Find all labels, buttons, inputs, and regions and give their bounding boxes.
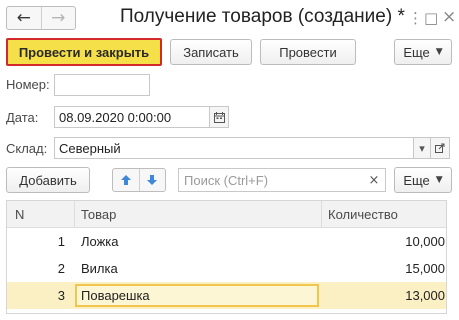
warehouse-field[interactable]: Северный (54, 137, 414, 159)
quantity-cell[interactable]: 15,000 (327, 255, 445, 282)
product-cell-editing[interactable]: Поварешка (75, 284, 319, 307)
goods-table: N Товар Количество 1 Ложка 10,000 2 Вилк… (6, 200, 447, 314)
quantity-cell[interactable]: 13,000 (327, 282, 445, 309)
table-row[interactable]: 2 Вилка 15,000 (7, 255, 446, 282)
forward-arrow-icon[interactable]: → (42, 7, 76, 29)
table-header: N Товар Количество (7, 201, 446, 228)
date-field[interactable]: 08.09.2020 0:00:00 (54, 106, 210, 128)
row-number: 3 (57, 288, 65, 303)
more-actions-icon[interactable]: ⋮ (408, 9, 423, 27)
column-separator (321, 201, 322, 228)
product-cell[interactable]: Вилка (81, 255, 118, 282)
chevron-down-icon: ▼ (435, 47, 443, 57)
product-cell[interactable]: Ложка (81, 228, 119, 255)
row-number: 2 (57, 261, 65, 276)
table-row-selected[interactable]: 3 Поварешка 13,000 (7, 282, 446, 309)
more-label: Еще (403, 44, 430, 60)
calendar-icon[interactable] (209, 106, 229, 128)
warehouse-label: Склад: (6, 141, 48, 156)
maximize-icon[interactable]: □ (424, 9, 438, 27)
save-button[interactable]: Записать (170, 39, 252, 65)
column-header-quantity[interactable]: Количество (328, 201, 398, 228)
page-title: Получение товаров (создание) * (120, 6, 405, 27)
post-button[interactable]: Провести (260, 39, 356, 65)
table-more-label: Еще (403, 172, 430, 188)
move-buttons (112, 168, 166, 192)
date-label: Дата: (6, 110, 39, 125)
back-arrow-icon[interactable]: ← (7, 7, 42, 29)
number-label: Номер: (6, 77, 50, 92)
quantity-cell[interactable]: 10,000 (327, 228, 445, 255)
column-separator (74, 201, 75, 228)
navigation-buttons: ← → (6, 6, 76, 30)
add-button[interactable]: Добавить (6, 167, 90, 193)
move-up-icon[interactable] (113, 169, 140, 191)
table-row[interactable]: 1 Ложка 10,000 (7, 228, 446, 255)
close-icon[interactable]: × (442, 7, 456, 27)
column-header-product[interactable]: Товар (81, 201, 116, 228)
move-down-icon[interactable] (140, 169, 166, 191)
open-link-icon[interactable] (430, 137, 450, 159)
clear-icon[interactable]: × (363, 169, 385, 191)
column-header-n[interactable]: N (15, 201, 24, 228)
search-box: × (178, 168, 386, 192)
more-dropdown-button[interactable]: Еще ▼ (394, 39, 452, 65)
number-field[interactable] (54, 74, 150, 96)
chevron-down-icon: ▼ (435, 175, 443, 185)
table-more-dropdown-button[interactable]: Еще ▼ (394, 167, 452, 193)
post-and-close-button[interactable]: Провести и закрыть (6, 38, 162, 66)
dropdown-icon[interactable]: ▾ (413, 137, 431, 159)
row-number: 1 (57, 234, 65, 249)
search-input[interactable] (179, 169, 359, 191)
